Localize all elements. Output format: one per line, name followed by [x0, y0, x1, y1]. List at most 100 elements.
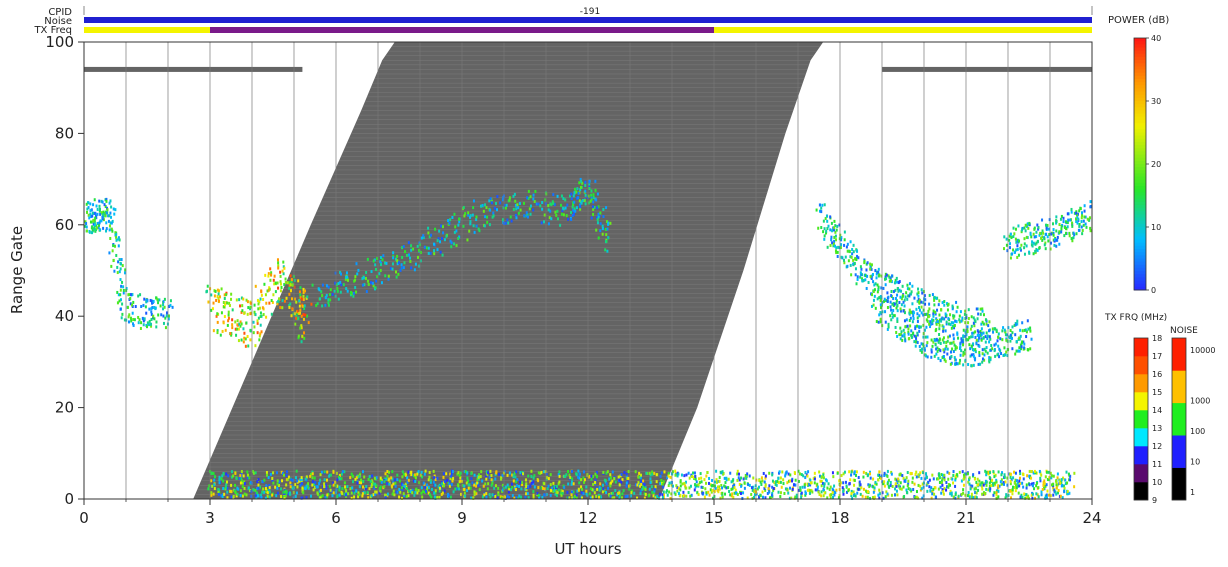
scatter-cell [453, 212, 456, 216]
scatter-cell [743, 486, 746, 490]
scatter-cell [993, 349, 996, 353]
scatter-cell [288, 305, 291, 309]
scatter-cell [845, 245, 848, 249]
scatter-cell [931, 293, 934, 297]
scatter-cell [902, 485, 905, 489]
power-gradient-step [1134, 170, 1146, 174]
scatter-cell [547, 484, 550, 488]
txfreq-tick-label: 15 [1152, 388, 1162, 397]
scatter-cell [213, 478, 216, 482]
scatter-cell [277, 286, 280, 290]
scatter-cell [1038, 469, 1041, 473]
scatter-cell [884, 320, 887, 324]
scatter-cell [909, 488, 912, 492]
scatter-cell [510, 482, 513, 486]
scatter-cell [540, 470, 543, 474]
scatter-cell [806, 488, 809, 492]
scatter-cell [276, 281, 279, 285]
scatter-cell [323, 484, 326, 488]
scatter-cell [814, 488, 817, 492]
x-axis-ticks: 0 3 6 9 12 15 18 21 24 [79, 499, 1102, 527]
scatter-cell [525, 482, 528, 486]
scatter-cell [156, 298, 159, 302]
scatter-cell [813, 471, 816, 475]
scatter-cell [907, 479, 910, 483]
scatter-cell [398, 495, 401, 499]
scatter-cell [247, 486, 250, 490]
scatter-cell [872, 485, 875, 489]
scatter-cell [239, 494, 242, 498]
scatter-cell [853, 262, 856, 266]
scatter-cell [977, 312, 980, 316]
scatter-cell [137, 294, 140, 298]
scatter-cell [1034, 242, 1037, 246]
scatter-cell [384, 274, 387, 278]
scatter-cell [943, 473, 946, 477]
scatter-cell [258, 306, 261, 310]
scatter-cell [1013, 470, 1016, 474]
scatter-cell [729, 471, 732, 475]
scatter-cell [93, 218, 96, 222]
scatter-cell [1063, 225, 1066, 229]
scatter-cell [286, 281, 289, 285]
scatter-cell [644, 492, 647, 496]
scatter-cell [283, 299, 286, 303]
scatter-cell [354, 275, 357, 279]
scatter-cell [734, 488, 737, 492]
scatter-cell [311, 476, 314, 480]
scatter-cell [918, 308, 921, 312]
scatter-cell [539, 204, 542, 208]
scatter-cell [1050, 474, 1053, 478]
scatter-cell [227, 310, 230, 314]
scatter-cell [852, 490, 855, 494]
scatter-cell [967, 363, 970, 367]
noise-colorbar-blocks [1171, 337, 1187, 501]
scatter-cell [1021, 340, 1024, 344]
scatter-cell [936, 308, 939, 312]
scatter-cell [373, 476, 376, 480]
scatter-cell [1056, 472, 1059, 476]
scatter-cell [980, 338, 983, 342]
scatter-cell [338, 477, 341, 481]
scatter-cell [578, 181, 581, 185]
scatter-cell [637, 475, 640, 479]
scatter-cell [685, 494, 688, 498]
scatter-cell [519, 495, 522, 499]
scatter-cell [338, 485, 341, 489]
scatter-cell [158, 298, 161, 302]
power-gradient-step [1134, 85, 1146, 89]
scatter-cell [940, 308, 943, 312]
scatter-cell [346, 289, 349, 293]
scatter-cell [950, 321, 953, 325]
scatter-cell [285, 296, 288, 300]
scatter-cell [699, 472, 702, 476]
scatter-cell [893, 314, 896, 318]
scatter-cell [346, 278, 349, 282]
noise-tick-label: 100 [1190, 427, 1205, 436]
scatter-cell [992, 483, 995, 487]
scatter-cell [394, 484, 397, 488]
y-tick-label: 80 [55, 124, 74, 142]
scatter-cell [484, 203, 487, 207]
scatter-cell [148, 307, 151, 311]
scatter-cell [285, 473, 288, 477]
scatter-cell [532, 208, 535, 212]
scatter-cell [144, 305, 147, 309]
scatter-cell [867, 490, 870, 494]
scatter-cell [1023, 342, 1026, 346]
scatter-cell [962, 363, 965, 367]
scatter-cell [96, 226, 99, 230]
scatter-cell [254, 471, 257, 475]
scatter-cell [324, 296, 327, 300]
scatter-cell [847, 259, 850, 263]
scatter-cell [883, 484, 886, 488]
scatter-cell [1014, 237, 1017, 241]
scatter-cell [272, 471, 275, 475]
scatter-cell [358, 493, 361, 497]
txfreq-block [1134, 482, 1148, 501]
scatter-cell [974, 335, 977, 339]
scatter-cell [982, 331, 985, 335]
scatter-cell [1030, 337, 1033, 341]
scatter-cell [932, 487, 935, 491]
scatter-cell [1015, 349, 1018, 353]
